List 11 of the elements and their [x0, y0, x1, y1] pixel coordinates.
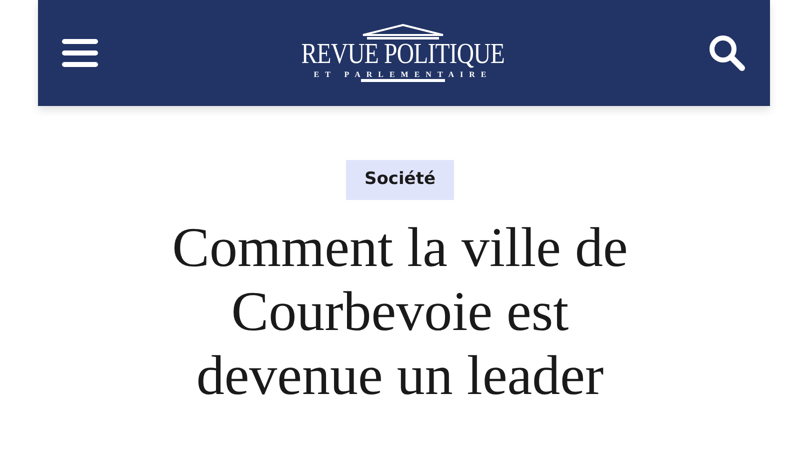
article-title-line: Comment la ville de: [172, 216, 628, 280]
article-title-line: devenue un leader: [196, 344, 604, 408]
logo-rule-icon: [360, 78, 445, 82]
site-logo[interactable]: REVUE POLITIQUE ET PARLEMENTAIRE: [279, 24, 527, 82]
search-icon[interactable]: [708, 34, 746, 72]
article-title-line: Courbevoie est: [231, 280, 569, 344]
menu-icon[interactable]: [62, 38, 98, 68]
building-icon: [360, 24, 445, 40]
category-tag[interactable]: Société: [346, 160, 454, 200]
logo-title: REVUE POLITIQUE: [301, 40, 505, 68]
logo-subtitle: ET PARLEMENTAIRE: [314, 70, 492, 78]
